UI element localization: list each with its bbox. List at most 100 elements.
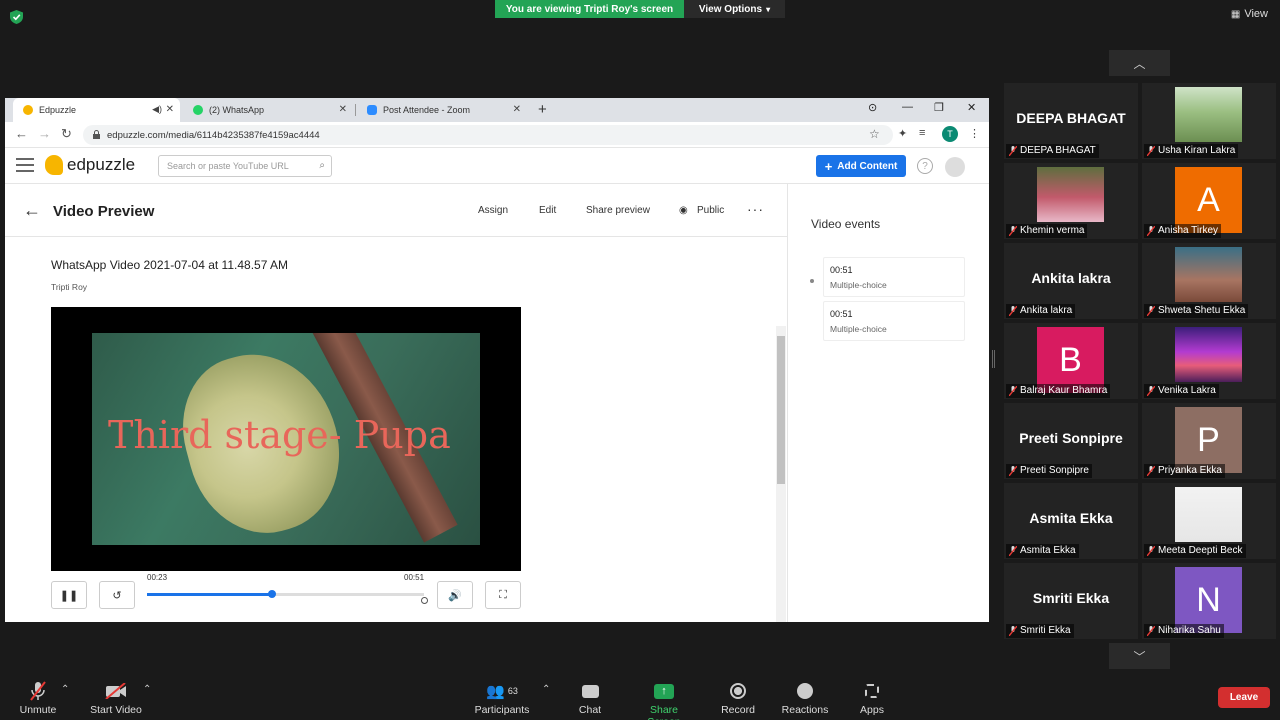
profile-avatar[interactable]: T (942, 126, 958, 142)
gallery-up-button[interactable]: ︿ (1109, 50, 1170, 76)
viewing-screen-banner: You are viewing Tripti Roy's screen (495, 0, 684, 18)
reload-icon[interactable]: ↻ (61, 126, 72, 142)
search-icon[interactable]: ⌕ (319, 160, 325, 171)
muted-mic-icon (30, 681, 46, 701)
participant-tile[interactable]: Ankita lakra Ankita lakra (1004, 243, 1138, 319)
tab-label: Edpuzzle (39, 105, 77, 115)
participant-tile[interactable]: Usha Kiran Lakra (1142, 83, 1276, 159)
question-marker-icon[interactable] (421, 597, 428, 604)
participant-name: Anisha Tirkey (1158, 225, 1219, 236)
record-button[interactable]: Record (719, 680, 757, 716)
participant-name-label: Khemin verma (1006, 224, 1088, 238)
participant-tile[interactable]: Khemin verma (1004, 163, 1138, 239)
participant-tile[interactable]: Asmita Ekka Asmita Ekka (1004, 483, 1138, 559)
fullscreen-button[interactable]: ⛶ (485, 581, 521, 609)
view-options-button[interactable]: View Options ▾ (684, 0, 785, 18)
participant-tile[interactable]: DEEPA BHAGAT DEEPA BHAGAT (1004, 83, 1138, 159)
participant-name-label: Priyanka Ekka (1144, 464, 1225, 478)
chat-label: Chat (578, 704, 602, 716)
participant-name-label: Niharika Sahu (1144, 624, 1224, 638)
muted-mic-icon (1147, 626, 1155, 636)
edpuzzle-logo[interactable]: edpuzzle (45, 155, 135, 175)
participant-tile[interactable]: B Balraj Kaur Bhamra (1004, 323, 1138, 399)
more-options-icon[interactable]: ··· (747, 201, 764, 217)
close-tab-icon[interactable]: ✕ (513, 104, 521, 115)
participant-photo (1037, 167, 1104, 222)
apps-button[interactable]: Apps (857, 680, 887, 716)
reactions-button[interactable]: Reactions (781, 680, 829, 716)
hamburger-menu-icon[interactable] (16, 158, 34, 172)
media-control-icon[interactable]: ≡ (919, 127, 925, 139)
rewind-button[interactable]: ↺ (99, 581, 135, 609)
start-video-button[interactable]: Start Video (88, 680, 144, 716)
participant-tile[interactable]: Meeta Deepti Beck (1142, 483, 1276, 559)
progress-track[interactable] (147, 590, 424, 598)
minimize-icon[interactable]: — (902, 101, 913, 113)
muted-mic-icon (1147, 146, 1155, 156)
scrollbar-thumb[interactable] (777, 336, 785, 484)
video-player[interactable]: Third stage- Pupa (51, 307, 521, 571)
tab-search-icon[interactable]: ⊙ (868, 101, 877, 114)
participant-tile[interactable]: Smriti Ekka Smriti Ekka (1004, 563, 1138, 639)
participant-name: Niharika Sahu (1158, 625, 1221, 636)
share-preview-button[interactable]: Share preview (586, 205, 650, 216)
progress-knob[interactable] (267, 590, 276, 598)
participants-caret-icon[interactable]: ⌃ (542, 684, 550, 695)
participant-tile[interactable]: Venika Lakra (1142, 323, 1276, 399)
participant-tile[interactable]: P Priyanka Ekka (1142, 403, 1276, 479)
bookmark-star-icon[interactable]: ☆ (869, 127, 880, 141)
leave-button[interactable]: Leave (1218, 687, 1270, 708)
close-window-icon[interactable]: ✕ (967, 101, 976, 114)
extensions-icon[interactable]: ✦ (898, 127, 907, 140)
chat-button[interactable]: Chat (576, 680, 604, 716)
pause-button[interactable]: ❚❚ (51, 581, 87, 609)
help-icon[interactable]: ? (917, 158, 933, 174)
add-content-button[interactable]: + Add Content (816, 155, 906, 177)
participant-tile[interactable]: Shweta Shetu Ekka (1142, 243, 1276, 319)
video-author: Tripti Roy (51, 282, 88, 292)
assign-button[interactable]: Assign (478, 205, 508, 216)
gallery-down-button[interactable]: ﹀ (1109, 643, 1170, 669)
edit-button[interactable]: Edit (539, 205, 556, 216)
participant-display-name: Smriti Ekka (1032, 590, 1110, 606)
video-options-caret-icon[interactable]: ⌃ (143, 684, 151, 695)
close-tab-icon[interactable]: ✕ (339, 104, 347, 115)
participant-name: Usha Kiran Lakra (1158, 145, 1236, 156)
participant-name: Asmita Ekka (1020, 545, 1076, 556)
apps-label: Apps (860, 704, 884, 716)
speaker-icon[interactable]: ◀) (152, 104, 162, 115)
participant-tile[interactable]: Preeti Sonpipre Preeti Sonpipre (1004, 403, 1138, 479)
panel-splitter[interactable] (992, 350, 995, 368)
participant-name-label: Anisha Tirkey (1144, 224, 1222, 238)
video-event-item[interactable]: 00:51 Multiple-choice (823, 257, 965, 297)
participants-button[interactable]: 👥 63 Participants (473, 680, 531, 716)
view-layout-button[interactable]: ▦ View (1231, 8, 1268, 20)
public-button[interactable]: Public (697, 205, 724, 216)
tab-zoom-attendee[interactable]: Post Attendee - Zoom ✕ (357, 98, 527, 122)
audio-options-caret-icon[interactable]: ⌃ (61, 684, 69, 695)
tab-edpuzzle[interactable]: Edpuzzle ◀) ✕ (13, 98, 180, 122)
eye-icon: ◉ (679, 205, 688, 216)
close-tab-icon[interactable]: ✕ (166, 104, 174, 115)
security-shield-icon[interactable] (10, 10, 23, 24)
user-avatar[interactable] (945, 157, 965, 177)
main-scrollbar[interactable] (776, 326, 786, 622)
tab-whatsapp[interactable]: (2) WhatsApp ✕ (183, 98, 353, 122)
participant-tile[interactable]: N Niharika Sahu (1142, 563, 1276, 639)
back-icon[interactable]: ← (15, 126, 28, 141)
start-video-label: Start Video (90, 704, 142, 716)
forward-icon[interactable]: → (38, 126, 51, 141)
youtube-search-input[interactable]: Search or paste YouTube URL ⌕ (158, 155, 332, 177)
restore-icon[interactable]: ❐ (934, 101, 944, 114)
view-options-label: View Options (698, 3, 763, 15)
participant-name: Venika Lakra (1158, 385, 1216, 396)
back-arrow-icon[interactable]: ← (23, 200, 41, 221)
url-input[interactable]: edpuzzle.com/media/6114b4235387fe4159ac4… (83, 125, 893, 145)
share-screen-button[interactable]: ↑ Share Screen (632, 680, 696, 720)
browser-menu-icon[interactable]: ⋮ (969, 127, 980, 140)
unmute-button[interactable]: Unmute (17, 680, 59, 716)
volume-button[interactable]: 🔊 (437, 581, 473, 609)
new-tab-plus-icon[interactable]: + (538, 101, 547, 118)
video-event-item[interactable]: 00:51 Multiple-choice (823, 301, 965, 341)
participant-tile[interactable]: A Anisha Tirkey (1142, 163, 1276, 239)
